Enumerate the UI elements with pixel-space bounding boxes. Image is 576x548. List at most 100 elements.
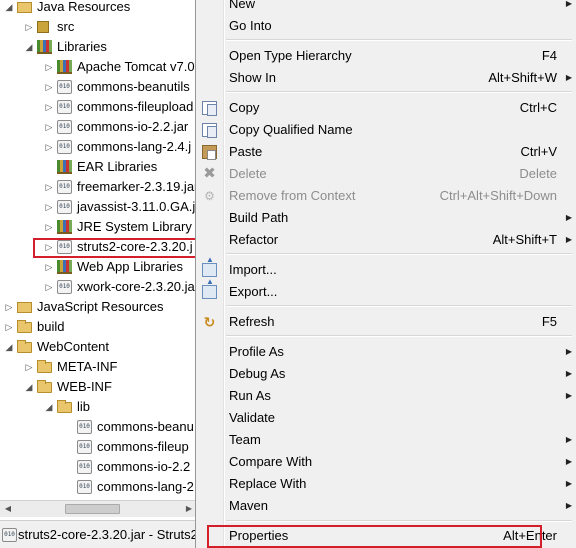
folder-icon [57,400,72,413]
tree-item[interactable]: ▷ src [0,17,197,37]
collapse-arrow-icon[interactable]: ▷ [24,17,34,37]
menu-item-go-into[interactable]: Go Into [196,15,576,37]
collapse-arrow-icon[interactable]: ▷ [44,77,54,97]
menu-item-profile-as[interactable]: Profile As ▶ [196,341,576,363]
tree-item[interactable]: 010 commons-io-2.2 [0,457,197,477]
collapse-arrow-icon[interactable]: ▷ [44,117,54,137]
menu-item-copy[interactable]: Copy Ctrl+C [196,97,576,119]
tree-item[interactable]: ▷ 010 commons-beanutils [0,77,197,97]
copy-qualified-icon [202,123,217,138]
menu-item-label: Import... [229,262,277,277]
scrollbar-thumb[interactable] [65,504,120,514]
tree-item[interactable]: ◢ WebContent [0,337,197,357]
submenu-arrow-icon: ▶ [565,501,572,510]
submenu-arrow-icon: ▶ [565,391,572,400]
menu-item-label: Go Into [229,18,272,33]
tree-item[interactable]: ◢ WEB-INF [0,377,197,397]
folder-icon [17,320,32,333]
jar-icon: 010 [57,200,72,214]
tree-item[interactable]: ◢ lib [0,397,197,417]
jar-icon: 010 [77,460,92,474]
collapse-arrow-icon[interactable]: ▷ [44,177,54,197]
libraries-icon [37,40,52,54]
tree-item-label: WebContent [37,339,110,354]
tree-item[interactable]: 010 commons-fileup [0,437,197,457]
tree-item[interactable]: ◢ Java Resources [0,0,197,17]
tree-item[interactable]: ▷ 010 freemarker-2.3.19.jar [0,177,197,197]
collapse-arrow-icon[interactable]: ▷ [44,237,54,257]
expand-arrow-icon[interactable]: ◢ [24,37,34,57]
tree-item[interactable]: ▷ 010 struts2-core-2.3.20.j [0,237,197,257]
library-container-icon [57,220,72,234]
collapse-arrow-icon[interactable]: ▷ [44,217,54,237]
menu-item-shortcut: Delete [519,166,557,181]
tree-item[interactable]: ▷ Apache Tomcat v7.0 [0,57,197,77]
collapse-arrow-icon[interactable]: ▷ [24,357,34,377]
expand-arrow-icon[interactable]: ◢ [4,0,14,17]
tree-item[interactable]: ▷ 010 xwork-core-2.3.20.ja [0,277,197,297]
tree-item[interactable]: ◢ Libraries [0,37,197,57]
menu-item-copy-qualified-name[interactable]: Copy Qualified Name [196,119,576,141]
menu-item-replace-with[interactable]: Replace With ▶ [196,473,576,495]
menu-item-label: Refactor [229,232,279,247]
collapse-arrow-icon[interactable]: ▷ [44,97,54,117]
tree-item[interactable]: ▷ META-INF [0,357,197,377]
menu-item-label: Show In [229,70,276,85]
copy-icon [202,101,217,116]
tree-item-label: xwork-core-2.3.20.ja [77,279,195,294]
collapse-arrow-icon[interactable]: ▷ [44,277,54,297]
menu-item-properties[interactable]: Properties Alt+Enter [196,525,576,547]
tree-item[interactable]: 010 commons-beanu [0,417,197,437]
menu-item-label: Copy [229,100,260,115]
submenu-arrow-icon: ▶ [565,479,572,488]
menu-item-refactor[interactable]: Refactor Alt+Shift+T ▶ [196,229,576,251]
expand-arrow-icon[interactable]: ◢ [24,377,34,397]
jar-icon: 010 [57,180,72,194]
tree-item[interactable]: ▷ build [0,317,197,337]
collapse-arrow-icon[interactable]: ▷ [44,57,54,77]
collapse-arrow-icon[interactable]: ▷ [44,137,54,157]
menu-separator [226,91,572,93]
menu-item-team[interactable]: Team ▶ [196,429,576,451]
menu-item-paste[interactable]: Paste Ctrl+V [196,141,576,163]
tree-item[interactable]: ▷ JRE System Library [0,217,197,237]
menu-item-validate[interactable]: Validate [196,407,576,429]
collapse-arrow-icon[interactable]: ▷ [44,257,54,277]
menu-item-label: Debug As [229,366,286,381]
tree-item[interactable]: EAR Libraries [0,157,197,177]
tree-item[interactable]: ▷ Web App Libraries [0,257,197,277]
collapse-arrow-icon[interactable]: ▷ [4,317,14,337]
tree-item-label: commons-lang-2.4.j [77,139,192,154]
menu-item-open-type-hierarchy[interactable]: Open Type Hierarchy F4 [196,45,576,67]
menu-item-compare-with[interactable]: Compare With ▶ [196,451,576,473]
menu-item-build-path[interactable]: Build Path ▶ [196,207,576,229]
menu-item-debug-as[interactable]: Debug As ▶ [196,363,576,385]
tree-item[interactable]: ▷ 010 commons-fileupload [0,97,197,117]
expand-arrow-icon[interactable]: ◢ [4,337,14,357]
tree-item[interactable]: ▷ 010 commons-io-2.2.jar [0,117,197,137]
menu-item-label: Properties [229,528,289,543]
jar-icon: 010 [77,480,92,494]
menu-item-export[interactable]: Export... [196,277,576,303]
collapse-arrow-icon[interactable]: ▷ [44,197,54,217]
menu-item-show-in[interactable]: Show In Alt+Shift+W ▶ [196,67,576,89]
menu-item-maven[interactable]: Maven ▶ [196,495,576,517]
menu-separator [226,39,572,41]
scroll-left-arrow-icon[interactable]: ◀ [0,501,16,517]
tree-item[interactable]: ▷ 010 javassist-3.11.0.GA.ja [0,197,197,217]
menu-item-new[interactable]: New ▶ [196,0,576,15]
expand-arrow-icon[interactable]: ◢ [44,397,54,417]
tree-item-label: commons-beanutils [77,79,190,94]
menu-item-import[interactable]: Import... [196,255,576,281]
tree-item[interactable]: 010 commons-lang-2 [0,477,197,497]
project-explorer-tree[interactable]: ◢ Java Resources ▷ src ◢ Libraries ▷ Apache Tom… [0,0,197,500]
submenu-arrow-icon: ▶ [565,369,572,378]
menu-item-refresh[interactable]: ↻ Refresh F5 [196,311,576,333]
horizontal-scrollbar[interactable]: ◀ ▶ [0,500,197,517]
collapse-arrow-icon[interactable]: ▷ [4,297,14,317]
tree-item[interactable]: ▷ JavaScript Resources [0,297,197,317]
tree-item-label: META-INF [57,359,118,374]
submenu-arrow-icon: ▶ [565,73,572,82]
menu-item-run-as[interactable]: Run As ▶ [196,385,576,407]
tree-item[interactable]: ▷ 010 commons-lang-2.4.j [0,137,197,157]
